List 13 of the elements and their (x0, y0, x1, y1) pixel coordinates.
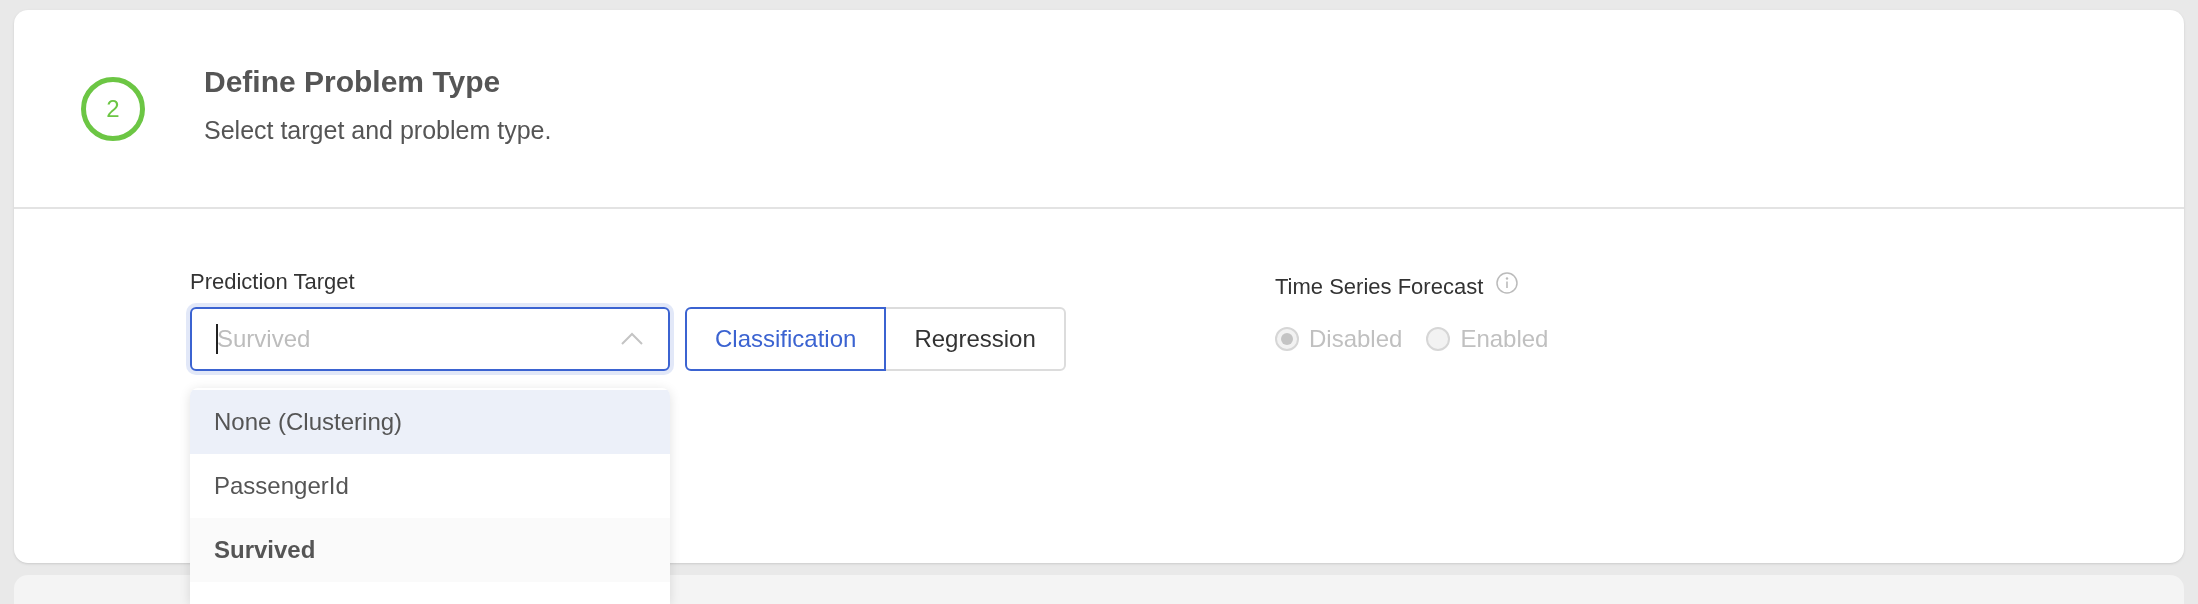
step-number-badge: 2 (81, 76, 145, 141)
section-subtitle: Select target and problem type. (204, 115, 552, 147)
segment-tab[interactable]: Classification (685, 307, 887, 371)
dropdown-option[interactable]: PassengerId (190, 454, 670, 518)
field-label: Prediction Target (190, 268, 356, 296)
field-label: Time Series Forecast (1275, 272, 1484, 301)
section-title: Define Problem Type (204, 64, 502, 101)
radio-label: Disabled (1309, 324, 1403, 354)
segment-tab[interactable]: Regression (884, 307, 1066, 371)
radio-label: Enabled (1460, 324, 1549, 354)
dropdown-option[interactable]: Survived (190, 518, 670, 582)
dropdown-option[interactable]: None (Clustering) (190, 390, 670, 454)
info-icon[interactable] (1495, 271, 1520, 295)
